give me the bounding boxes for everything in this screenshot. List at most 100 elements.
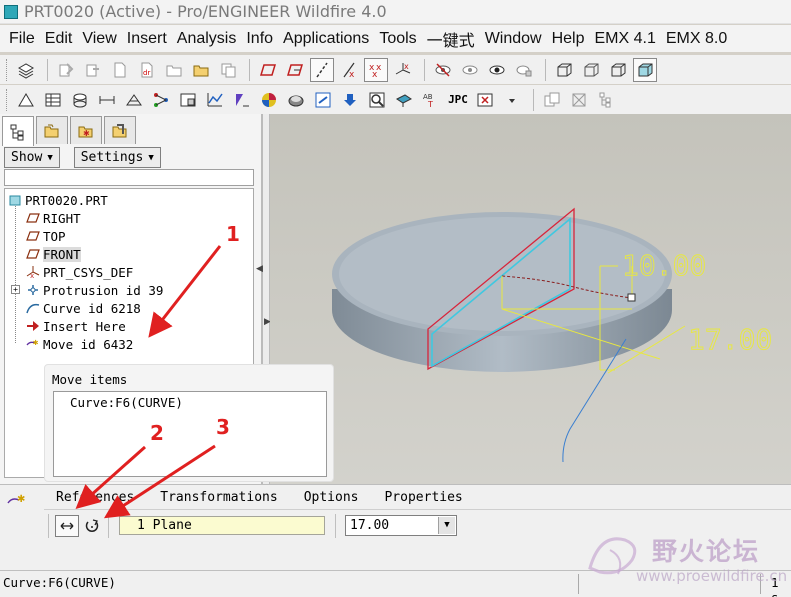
tab-favorites[interactable]: ✱ [70,116,102,144]
show-button[interactable]: Show ▼ [4,147,60,168]
tree-item-protrusion[interactable]: Protrusion id 39 [25,281,163,299]
orient-icon[interactable] [392,88,416,112]
menu-emx-80[interactable]: EMX 8.0 [661,30,732,48]
annotation-icon[interactable]: AB T [419,88,443,112]
draft-icon[interactable] [14,88,38,112]
menu-one-click[interactable]: 一键式 [422,27,480,51]
insert-note-icon[interactable] [338,88,362,112]
tree-item-right[interactable]: RIGHT [25,209,81,227]
open-folder-icon[interactable] [162,58,186,82]
jpc-icon[interactable]: JPC [446,88,470,112]
sketch-icon[interactable] [256,58,280,82]
menu-tools[interactable]: Tools [374,30,421,48]
hide-icon[interactable] [431,58,455,82]
tab-properties[interactable]: Properties [384,490,462,505]
spin-center-icon[interactable] [512,58,536,82]
menu-insert[interactable]: Insert [122,30,172,48]
menu-edit[interactable]: Edit [40,30,78,48]
menu-view[interactable]: View [77,30,121,48]
tree-structure-icon[interactable] [594,88,618,112]
family-table-icon[interactable] [149,88,173,112]
chevron-down-icon[interactable] [500,88,524,112]
remove-surface-icon[interactable] [567,88,591,112]
menu-analysis[interactable]: Analysis [172,30,242,48]
reference-collector[interactable]: 1 Plane [119,516,325,535]
tab-connections[interactable] [104,116,136,144]
tree-item-top[interactable]: TOP [25,227,66,245]
wireframe-icon[interactable] [552,58,576,82]
show-eye-icon[interactable] [458,58,482,82]
tree-root[interactable]: PRT0020.PRT [7,191,108,209]
model-player-icon[interactable] [176,88,200,112]
tree-item-front[interactable]: FRONT [25,245,81,263]
section-icon[interactable] [68,88,92,112]
csys-icon[interactable]: x [391,58,415,82]
navigator-tabs: ✱ [2,116,138,146]
copy-icon[interactable] [216,58,240,82]
measure-icon[interactable] [95,88,119,112]
model-canvas[interactable]: 10.00 17.00 [270,114,791,484]
expand-toggle[interactable]: + [11,285,20,294]
menu-help[interactable]: Help [547,30,590,48]
datum-plane-icon [25,211,41,225]
regenerate-icon[interactable] [54,58,78,82]
menu-emx-41[interactable]: EMX 4.1 [590,30,661,48]
folder-tools-icon[interactable] [189,58,213,82]
toolbar-grip[interactable] [6,58,9,81]
move-items-list[interactable]: Curve:F6(CURVE) [53,391,327,477]
relations-icon[interactable] [122,88,146,112]
drawing-icon[interactable]: dr [135,58,159,82]
graph-icon[interactable] [203,88,227,112]
menu-file[interactable]: File [4,30,40,48]
tree-item-insert-here[interactable]: Insert Here [25,317,126,335]
rotate-icon [85,519,99,533]
hidden-line-icon[interactable] [579,58,603,82]
tree-item-label: Insert Here [43,318,126,334]
datum-axis-icon[interactable] [310,57,334,82]
datum-point-icon[interactable]: x [337,58,361,82]
shading-icon[interactable] [633,57,657,82]
regenerate-manager-icon[interactable] [81,58,105,82]
tab-model-tree[interactable] [2,116,34,146]
zoom-icon[interactable] [365,88,389,112]
tab-options[interactable]: Options [304,490,359,505]
view-eye-icon[interactable] [485,58,509,82]
datum-points-icon[interactable]: xxx [364,57,388,82]
no-hidden-icon[interactable] [606,58,630,82]
drag-handle[interactable] [627,293,636,302]
menu-applications[interactable]: Applications [278,30,374,48]
distance-combo[interactable]: 17.00 ▼ [345,515,457,536]
toolbar-grip[interactable] [6,88,9,111]
appearance-icon[interactable] [284,88,308,112]
tab-folder-browser[interactable] [36,116,68,144]
translate-button[interactable] [55,515,79,537]
tree-item-label: RIGHT [43,210,81,226]
color-analysis-icon[interactable] [257,88,281,112]
tree-item-csys[interactable]: x PRT_CSYS_DEF [25,263,133,281]
settings-button[interactable]: Settings ▼ [73,147,161,168]
tree-item-move[interactable]: ✱ Move id 6432 [25,335,133,353]
view-manager-icon[interactable] [311,88,335,112]
layers-icon[interactable] [14,58,38,82]
dimension-value-right[interactable]: 17.00 [688,323,773,357]
chevron-down-icon[interactable]: ▼ [438,517,455,534]
tree-filter-bar[interactable] [4,169,254,186]
graphics-window[interactable]: 10.00 17.00 [270,114,791,484]
close-window-icon[interactable] [473,88,497,112]
tree-connector [15,203,16,343]
tab-transformations[interactable]: Transformations [160,490,277,505]
copy-geometry-icon[interactable] [540,88,564,112]
rotate-button[interactable] [80,515,104,537]
table-icon[interactable] [41,88,65,112]
tab-references[interactable]: References [56,490,134,505]
tree-item-label: PRT_CSYS_DEF [43,264,134,280]
dimension-value-top[interactable]: 10.00 [622,249,707,283]
curvature-icon[interactable] [230,88,254,112]
move-item[interactable]: Curve:F6(CURVE) [70,395,310,410]
new-file-icon[interactable] [108,58,132,82]
menu-window[interactable]: Window [480,30,547,48]
tree-item-curve[interactable]: Curve id 6218 [25,299,141,317]
datum-plane-icon[interactable] [283,58,307,82]
menu-info[interactable]: Info [241,30,278,48]
collapse-left-arrow-icon[interactable]: ◀ [256,264,263,274]
